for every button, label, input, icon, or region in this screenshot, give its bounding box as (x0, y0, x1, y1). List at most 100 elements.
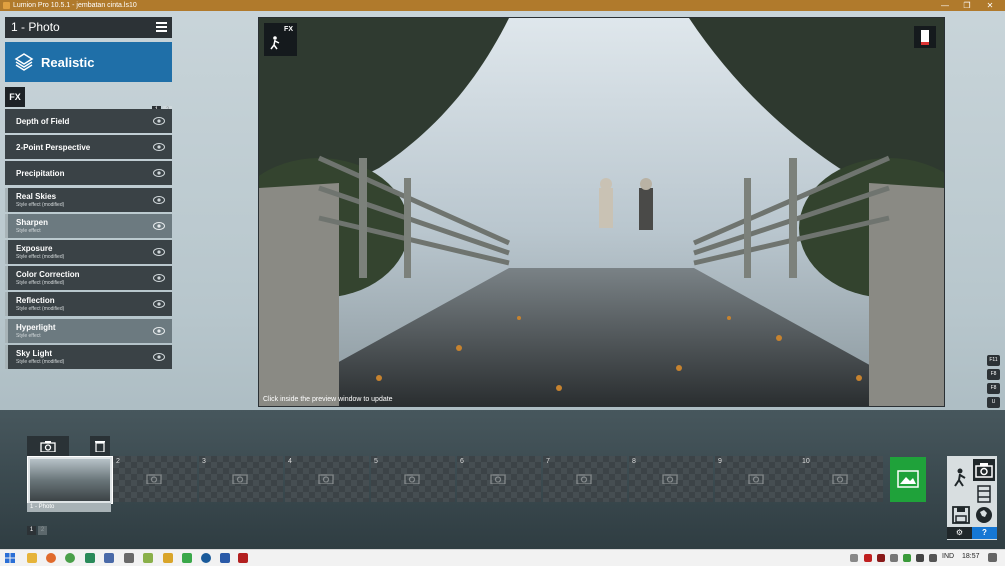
photo-mode-button[interactable] (973, 459, 995, 481)
eye-icon[interactable] (153, 247, 165, 256)
photo-slot-2[interactable]: 2 (113, 456, 197, 502)
file-explorer-icon[interactable] (27, 553, 37, 563)
effect-2-point-perspective[interactable]: 2-Point Perspective (5, 135, 172, 160)
photo-slot-10[interactable]: 10 (799, 456, 883, 502)
delete-photo-button[interactable] (90, 436, 110, 456)
render-photo-button[interactable] (890, 457, 926, 502)
volume-icon[interactable] (929, 554, 937, 562)
app-icon-10[interactable] (201, 553, 211, 563)
effects-list: Depth of Field 2-Point Perspective Preci… (5, 109, 172, 371)
key-f11[interactable]: F11 (987, 355, 1000, 366)
photo-slot-5[interactable]: 5 (371, 456, 455, 502)
eye-icon[interactable] (153, 143, 165, 152)
style-effect-marker (5, 292, 8, 317)
movie-mode-button[interactable] (973, 483, 995, 505)
eye-icon[interactable] (153, 326, 165, 335)
battery-icon[interactable] (916, 554, 924, 562)
key-f8-a[interactable]: F8 (987, 369, 1000, 380)
close-button[interactable]: ✕ (980, 0, 1000, 11)
photo-thumbnail (30, 459, 110, 501)
minimize-button[interactable]: — (935, 0, 955, 11)
trash-icon (95, 441, 105, 452)
effect-real-skies[interactable]: Real Skies Style effect (modified) (5, 187, 172, 212)
tray-icon-5[interactable] (903, 554, 911, 562)
save-file-button[interactable] (950, 504, 972, 526)
effect-hyperlight[interactable]: Hyperlight Style effect (5, 318, 172, 343)
app-icon-8[interactable] (163, 553, 173, 563)
settings-gear-icon[interactable]: ⚙ (947, 527, 972, 539)
key-f8-b[interactable]: F8 (987, 383, 1000, 394)
globe-icon (976, 507, 992, 523)
effect-sharpen[interactable]: Sharpen Style effect (5, 213, 172, 238)
build-mode-button[interactable] (950, 466, 972, 488)
camera-height-button[interactable] (914, 26, 936, 48)
image-render-icon (897, 470, 919, 488)
render-preview-window[interactable]: FX Click inside the preview window to up… (258, 17, 945, 407)
maximize-button[interactable]: ❐ (957, 0, 977, 11)
firefox-icon[interactable] (46, 553, 56, 563)
clock[interactable]: 18:57 (962, 553, 980, 560)
realistic-style-button[interactable]: Realistic (5, 42, 172, 82)
camera-icon (975, 463, 993, 478)
windows-start-icon[interactable] (5, 553, 15, 563)
effect-subtitle: Style effect (modified) (16, 201, 65, 208)
app-icon-9[interactable] (182, 553, 192, 563)
fx-badge-label: FX (284, 26, 293, 33)
camera-icon (832, 474, 848, 484)
fx-mode-badge[interactable]: FX (264, 23, 297, 56)
slot-number: 4 (288, 458, 292, 465)
lumion-taskbar-icon[interactable] (238, 553, 248, 563)
help-button[interactable]: ? (972, 527, 997, 539)
chrome-icon[interactable] (65, 553, 75, 563)
eye-icon[interactable] (153, 221, 165, 230)
tray-icon-1[interactable] (850, 554, 858, 562)
eye-icon[interactable] (153, 352, 165, 361)
save-camera-button[interactable] (27, 436, 69, 456)
effect-name: Reflection (16, 296, 55, 306)
photo-slot-4[interactable]: 4 (285, 456, 369, 502)
photo-slot-8[interactable]: 8 (629, 456, 713, 502)
effect-subtitle: Style effect (modified) (16, 253, 65, 260)
tray-icon-4[interactable] (890, 554, 898, 562)
effect-reflection[interactable]: Reflection Style effect (modified) (5, 292, 172, 317)
notifications-icon[interactable] (988, 553, 997, 562)
effect-depth-of-field[interactable]: Depth of Field (5, 109, 172, 133)
input-language[interactable]: IND (942, 553, 954, 560)
app-icon-5[interactable] (104, 553, 114, 563)
hamburger-menu-icon[interactable] (156, 22, 167, 33)
photo-slot-6[interactable]: 6 (457, 456, 541, 502)
slot-page-2[interactable]: 2 (38, 526, 47, 535)
height-marker-icon (921, 30, 929, 45)
photo-slot-7[interactable]: 7 (543, 456, 627, 502)
effect-exposure[interactable]: Exposure Style effect (modified) (5, 239, 172, 264)
style-label: Realistic (41, 55, 95, 70)
app-icon-7[interactable] (143, 553, 153, 563)
app-icon-4[interactable] (85, 553, 95, 563)
camera-icon (404, 474, 420, 484)
camera-icon (662, 474, 678, 484)
windows-taskbar: IND 18:57 (0, 549, 1005, 566)
tray-icon-3[interactable] (877, 554, 885, 562)
eye-icon[interactable] (153, 300, 165, 309)
photo-slot-3[interactable]: 3 (199, 456, 283, 502)
effect-sky-light[interactable]: Sky Light Style effect (modified) (5, 344, 172, 369)
eye-icon[interactable] (153, 274, 165, 283)
tray-icon-2[interactable] (864, 554, 872, 562)
effect-precipitation[interactable]: Precipitation (5, 161, 172, 186)
camera-icon (576, 474, 592, 484)
photo-mode-header: 1 - Photo (5, 17, 172, 38)
eye-icon[interactable] (153, 117, 165, 125)
panorama-mode-button[interactable] (973, 504, 995, 526)
effect-subtitle: Style effect (16, 332, 41, 339)
fx-add-button[interactable]: FX (5, 87, 25, 107)
app-icon-11[interactable] (220, 553, 230, 563)
eye-icon[interactable] (153, 195, 165, 204)
preview-scene-image (259, 18, 944, 406)
key-u[interactable]: U (987, 397, 1000, 408)
photo-slot-1[interactable] (27, 456, 113, 504)
photo-slot-9[interactable]: 9 (715, 456, 799, 502)
eye-icon[interactable] (153, 169, 165, 178)
app-icon-6[interactable] (124, 553, 134, 563)
slot-page-1[interactable]: 1 (27, 526, 36, 535)
effect-color-correction[interactable]: Color Correction Style effect (modified) (5, 266, 172, 291)
